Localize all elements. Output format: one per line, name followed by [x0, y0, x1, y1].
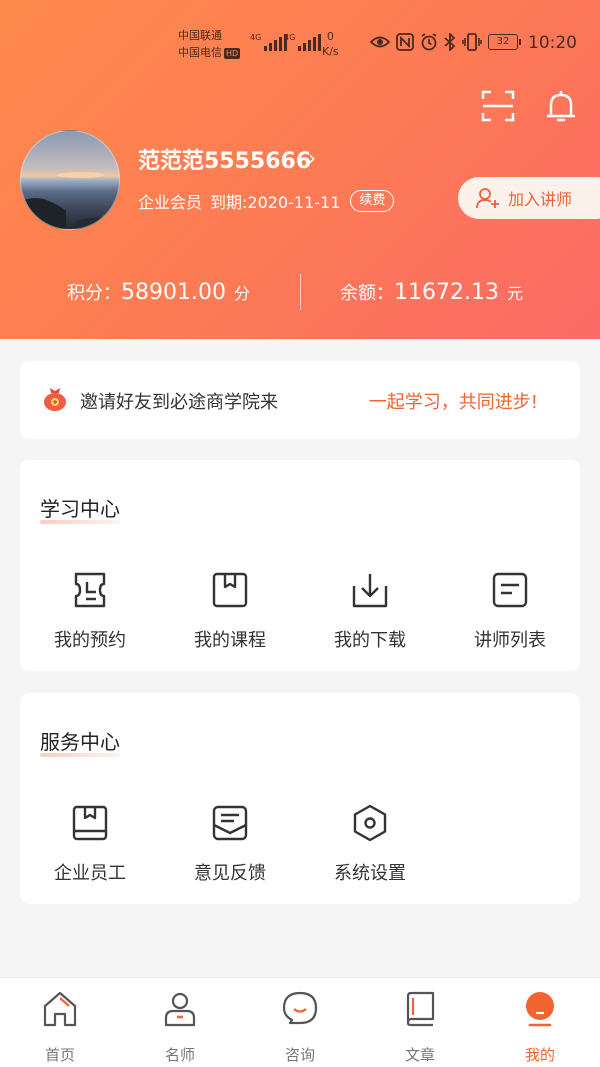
stats-divider — [300, 274, 301, 310]
avatar[interactable] — [20, 130, 120, 230]
points-unit: 分 — [233, 284, 250, 303]
tab-articles[interactable]: 文章 — [360, 990, 480, 1065]
feedback-icon — [212, 805, 248, 841]
join-lecturer-button[interactable]: 加入讲师 — [458, 177, 600, 219]
course-icon — [212, 572, 248, 608]
nfc-icon — [396, 33, 414, 51]
status-bar: 中国联通 中国电信 HD 4G 4G 0 K/s 32 10:20 — [0, 0, 600, 88]
settings-icon — [353, 804, 387, 842]
carrier-1: 中国联通 — [178, 29, 222, 42]
scan-icon[interactable] — [480, 88, 516, 124]
invite-banner[interactable]: 邀请好友到必途商学院来 一起学习，共同进步! — [20, 361, 580, 439]
alarm-icon — [421, 33, 437, 51]
status-time: 10:20 — [528, 33, 577, 53]
carrier-info: 中国联通 中国电信 HD — [178, 27, 241, 61]
balance-value: 11672.13 — [394, 279, 499, 305]
username[interactable]: 范范范5555666 — [138, 143, 311, 175]
learning-center-card: 学习中心 我的预约 我的课程 我的下载 讲师列表 — [20, 460, 580, 671]
profile-header: 中国联通 中国电信 HD 4G 4G 0 K/s 32 10:20 范范范555… — [0, 0, 600, 339]
red-envelope-icon — [44, 388, 66, 411]
my-downloads[interactable]: 我的下载 — [300, 570, 440, 652]
balance-label: 余额： — [340, 283, 394, 304]
system-settings[interactable]: 系统设置 — [300, 803, 440, 885]
member-expiry: 到期:2020-11-11 — [210, 193, 341, 212]
feedback[interactable]: 意见反馈 — [160, 803, 300, 885]
points-stat[interactable]: 积分： 58901.00 分 — [67, 272, 250, 312]
status-icons: 32 — [370, 33, 521, 51]
hd-badge: HD — [224, 47, 241, 59]
renew-button[interactable]: 续费 — [350, 190, 395, 212]
network-speed: 0 K/s — [322, 30, 339, 58]
network-type: 4G — [250, 33, 262, 42]
profile-icon — [526, 992, 554, 1027]
list-icon — [492, 572, 528, 608]
member-info: 企业会员 到期:2020-11-11 续费 — [138, 189, 395, 213]
signal-icon: 4G — [284, 33, 322, 51]
section-title: 服务中心 — [40, 726, 120, 757]
signal-icon: 4G — [250, 33, 288, 51]
add-user-icon — [476, 188, 499, 209]
home-icon — [43, 991, 77, 1027]
network-type: 4G — [284, 33, 296, 42]
account-stats: 积分： 58901.00 分 余额： 11672.13 元 — [0, 272, 600, 312]
vibrate-icon — [462, 33, 482, 51]
section-title: 学习中心 — [40, 493, 120, 524]
employee-icon — [72, 805, 108, 841]
tab-mine[interactable]: 我的 — [480, 990, 600, 1065]
my-appointments[interactable]: 我的预约 — [20, 570, 160, 652]
bluetooth-icon — [444, 33, 456, 51]
tab-teachers[interactable]: 名师 — [120, 990, 240, 1065]
company-employees[interactable]: 企业员工 — [20, 803, 160, 885]
appointment-icon — [74, 572, 106, 608]
download-icon — [352, 574, 388, 608]
eye-icon — [370, 36, 390, 48]
bell-icon[interactable] — [543, 88, 579, 124]
bottom-tab-bar: 首页 名师 咨询 文章 我的 — [0, 977, 600, 1067]
join-lecturer-label: 加入讲师 — [508, 190, 573, 209]
battery-icon: 32 — [488, 34, 521, 50]
teacher-icon — [164, 992, 196, 1027]
member-type: 企业会员 — [138, 193, 203, 212]
balance-stat[interactable]: 余额： 11672.13 元 — [340, 272, 523, 312]
balance-unit: 元 — [506, 284, 523, 303]
carrier-2: 中国电信 — [178, 46, 222, 59]
my-courses[interactable]: 我的课程 — [160, 570, 300, 652]
invite-slogan: 一起学习，共同进步! — [368, 392, 538, 413]
lecturer-list[interactable]: 讲师列表 — [440, 570, 580, 652]
service-center-card: 服务中心 企业员工 意见反馈 系统设置 — [20, 693, 580, 904]
article-icon — [406, 991, 435, 1027]
points-label: 积分： — [67, 283, 121, 304]
chevron-right-icon[interactable]: › — [308, 146, 316, 170]
chat-icon — [282, 991, 318, 1025]
points-value: 58901.00 — [121, 279, 226, 305]
invite-text: 邀请好友到必途商学院来 — [80, 392, 278, 413]
tab-consult[interactable]: 咨询 — [240, 990, 360, 1065]
tab-home[interactable]: 首页 — [0, 990, 120, 1065]
